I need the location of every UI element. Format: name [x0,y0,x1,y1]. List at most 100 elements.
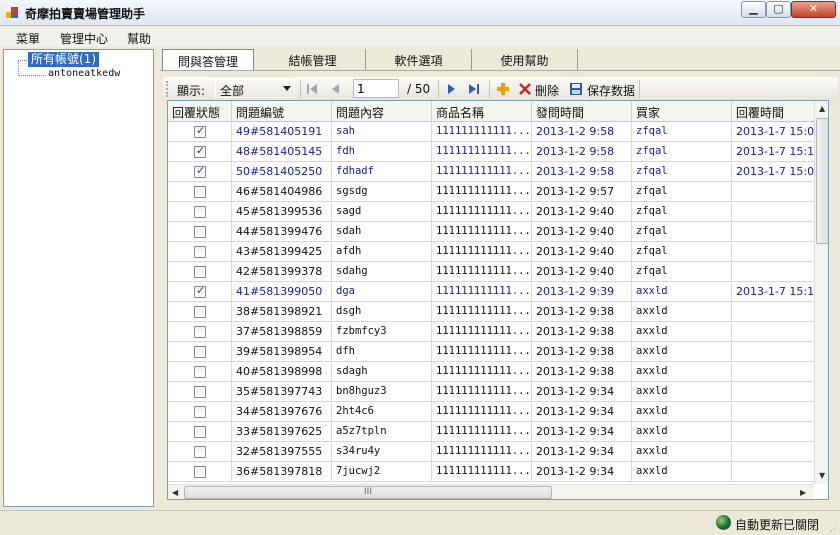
reply-status-checkbox[interactable] [194,366,206,378]
reply-status-checkbox[interactable] [194,426,206,438]
cell-reply-time: 2013-1-7 15:1 [732,282,814,302]
table-row[interactable]: 39#581398954 dfh 111111111111... 2013-1-2 9… [168,342,814,362]
table-row[interactable]: 46#581404986 sgsdg 111111111111... 2013-1-2… [168,182,814,202]
cell-question-id: 45#581399536 [232,202,332,222]
cell-question-content: sdagh [332,362,432,382]
scroll-right-icon[interactable]: ▶ [800,488,806,497]
cell-reply-time [732,382,814,402]
reply-status-checkbox[interactable] [194,346,206,358]
table-row[interactable]: 34#581397676 2ht4c6 111111111111... 2013-1-… [168,402,814,422]
reply-status-checkbox[interactable] [194,386,206,398]
table-row[interactable]: 48#581405145fdh111111111111...2013-1-2 9… [168,142,814,162]
menu-item-help[interactable]: 幫助 [127,30,151,47]
grid-header: 回覆狀態 問題編號 問題內容 商品名稱 發問時間 買家 回覆時間 [168,101,814,122]
table-row[interactable]: 33#581397625 a5z7tpln 111111111111... 2013-… [168,422,814,442]
reply-status-checkbox[interactable] [194,326,206,338]
close-button[interactable]: ✕ [791,1,836,18]
table-row[interactable]: 40#581398998 sdagh 111111111111... 2013-1-2… [168,362,814,382]
tree-node-all-accounts[interactable]: 所有帳號(1) [28,52,99,67]
table-row[interactable]: 37#581398859 fzbmfcy3 111111111111... 2013-… [168,322,814,342]
reply-status-checkbox[interactable] [194,164,206,178]
tree-connector [18,60,27,61]
reply-status-checkbox[interactable] [194,306,206,318]
table-row[interactable]: 32#581397555 s34ru4y 111111111111... 2013-1… [168,442,814,462]
scroll-up-icon[interactable]: ▲ [819,104,825,113]
reply-status-checkbox[interactable] [194,266,206,278]
table-row[interactable]: 44#581399476 sdah 111111111111... 2013-1-2 … [168,222,814,242]
toolbar-separator [300,80,301,98]
vertical-scroll-thumb[interactable] [816,118,828,244]
menu-item-management[interactable]: 管理中心 [60,30,108,47]
scroll-left-icon[interactable]: ◀ [172,488,178,497]
grid-body: 49#581405191sah111111111111...2013-1-2 9… [168,122,814,484]
minimize-button[interactable]: ▁ [741,1,766,18]
reply-status-checkbox[interactable] [194,284,206,298]
auto-update-status[interactable]: 自動更新已關閉 [735,516,819,533]
table-row[interactable]: 50#581405250fdhadf111111111111...2013-1-… [168,162,814,182]
delete-icon[interactable] [518,82,532,96]
table-row[interactable]: 38#581398921 dsgh 111111111111... 2013-1-2 … [168,302,814,322]
column-header-reply-status[interactable]: 回覆狀態 [168,101,232,122]
column-header-product-name[interactable]: 商品名稱 [432,101,532,122]
table-row[interactable]: 45#581399536 sagd 111111111111... 2013-1-2 … [168,202,814,222]
horizontal-scrollbar[interactable]: ◀ III ▶ [168,484,814,499]
table-row[interactable]: 35#581397743 bn8hguz3 111111111111... 2013-… [168,382,814,402]
menu-item-menu[interactable]: 菜單 [16,30,40,47]
scroll-down-icon[interactable]: ▼ [819,471,825,480]
column-header-question-id[interactable]: 問題編號 [232,101,332,122]
table-row[interactable]: 42#581399378 sdahg 111111111111... 2013-1-2… [168,262,814,282]
delete-button[interactable]: 刪除 [535,82,559,99]
reply-status-checkbox[interactable] [194,124,206,138]
column-header-buyer[interactable]: 買家 [632,101,732,122]
tab-usage-help[interactable]: 使用幫助 [472,49,578,70]
table-row[interactable]: 49#581405191sah111111111111...2013-1-2 9… [168,122,814,142]
cell-reply-time [732,202,814,222]
filter-dropdown[interactable]: 全部 [215,79,295,98]
cell-buyer: axxld [632,402,732,422]
vertical-scrollbar[interactable]: ▲ ▼ [814,101,828,484]
tab-qa-management[interactable]: 問與答管理 [162,49,254,70]
cell-buyer: zfqal [632,202,732,222]
tab-software-options[interactable]: 軟件選項 [366,49,472,70]
tree-node-account[interactable]: antoneatkedw [48,68,120,79]
reply-status-checkbox[interactable] [194,246,206,258]
column-header-ask-time[interactable]: 發問時間 [532,101,632,122]
cell-product-name: 111111111111... [432,442,532,462]
horizontal-scroll-thumb[interactable]: III [184,486,552,499]
table-row[interactable]: 43#581399425 afdh 111111111111... 2013-1-2 … [168,242,814,262]
resize-grip-icon[interactable]: ⋰ [830,524,838,533]
reply-status-checkbox[interactable] [194,206,206,218]
toolbar-grip[interactable] [166,81,169,97]
first-page-icon[interactable] [305,82,319,96]
column-header-question-content[interactable]: 問題內容 [332,101,432,122]
reply-status-checkbox[interactable] [194,144,206,158]
reply-status-checkbox[interactable] [194,186,206,198]
cell-reply-time [732,442,814,462]
table-row[interactable]: 36#581397818 7jucwj2 111111111111... 2013-1… [168,462,814,482]
cell-product-name: 111111111111... [432,282,532,302]
table-row[interactable]: 41#581399050dga111111111111...2013-1-2 9… [168,282,814,302]
cell-buyer: zfqal [632,182,732,202]
cell-question-id: 41#581399050 [232,282,332,302]
tab-checkout-management[interactable]: 結帳管理 [260,49,366,70]
reply-status-checkbox[interactable] [194,226,206,238]
chevron-down-icon [283,86,291,91]
cell-reply-time [732,322,814,342]
cell-ask-time: 2013-1-2 9:40 [532,242,632,262]
maximize-button[interactable]: ▢ [766,1,791,18]
last-page-icon[interactable] [467,82,481,96]
reply-status-checkbox[interactable] [194,446,206,458]
cell-buyer: axxld [632,362,732,382]
reply-status-checkbox[interactable] [194,406,206,418]
next-page-icon[interactable] [444,82,458,96]
cell-buyer: axxld [632,442,732,462]
prev-page-icon[interactable] [329,82,343,96]
add-icon[interactable] [496,82,510,96]
page-number-input[interactable]: 1 [353,79,399,98]
save-data-button[interactable]: 保存数据 [587,82,635,99]
cell-reply-status [168,382,232,402]
reply-status-checkbox[interactable] [194,466,206,478]
cell-question-id: 50#581405250 [232,162,332,182]
save-icon[interactable] [569,82,583,96]
cell-product-name: 111111111111... [432,402,532,422]
